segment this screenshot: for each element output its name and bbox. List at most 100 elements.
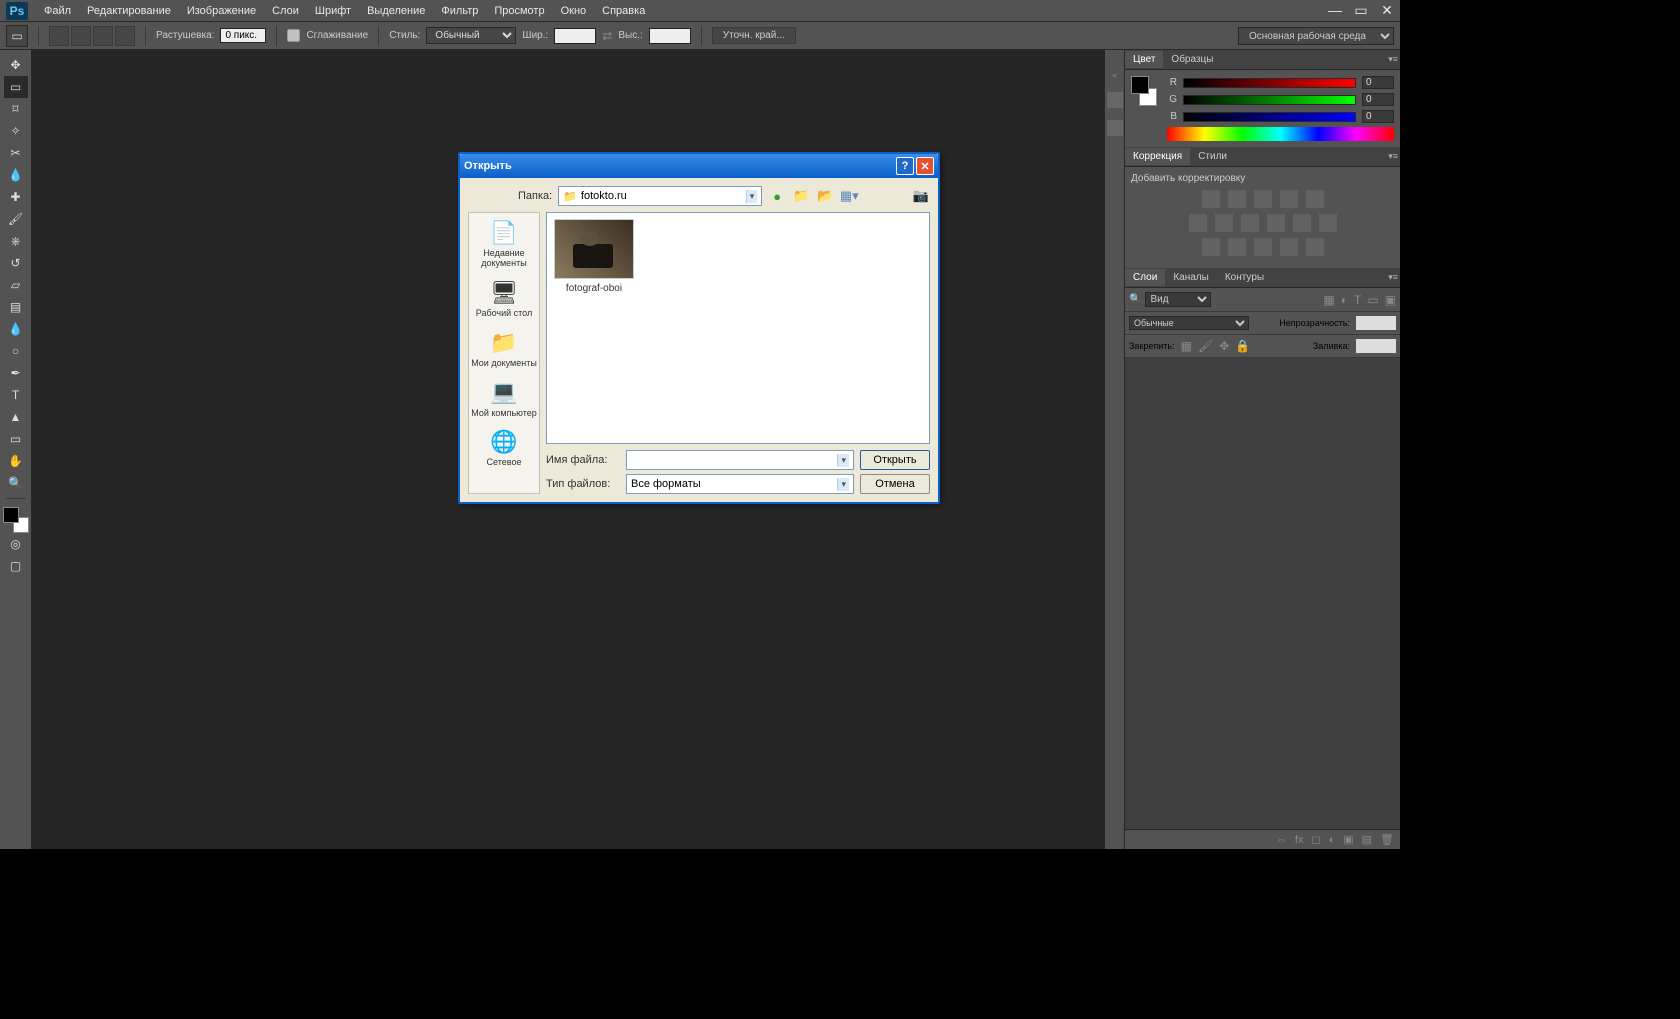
clone-stamp-tool[interactable]: ⎈ (4, 230, 28, 252)
layer-fx-icon[interactable]: fx (1295, 834, 1304, 846)
brush-tool[interactable]: 🖌 (4, 208, 28, 230)
chevron-down-icon[interactable]: ▾ (837, 454, 849, 467)
tab-adjustments[interactable]: Коррекция (1125, 148, 1190, 165)
lock-transparent-icon[interactable]: ▦ (1181, 340, 1192, 352)
fill-field[interactable] (1356, 339, 1396, 353)
selection-intersect[interactable] (115, 26, 135, 46)
filename-input[interactable]: ▾ (626, 450, 854, 470)
zoom-tool[interactable]: 🔍 (4, 472, 28, 494)
panel-menu-icon[interactable]: ▾≡ (1388, 54, 1398, 65)
folder-select[interactable]: 📁 fotokto.ru ▾ (558, 186, 762, 206)
chevron-down-icon[interactable]: ▾ (837, 478, 849, 491)
adj-threshold-icon[interactable] (1254, 238, 1272, 256)
filter-smart-icon[interactable]: ▣ (1385, 294, 1396, 306)
new-layer-icon[interactable]: ▤ (1362, 833, 1372, 846)
feather-input[interactable] (220, 28, 266, 43)
adj-channelmixer-icon[interactable] (1293, 214, 1311, 232)
dock-icon-1[interactable] (1107, 92, 1123, 108)
tab-swatches[interactable]: Образцы (1163, 51, 1221, 68)
opacity-field[interactable] (1356, 316, 1396, 330)
r-slider[interactable] (1183, 78, 1356, 88)
filter-pixel-icon[interactable]: ▦ (1323, 294, 1334, 306)
maximize-button[interactable]: ▭ (1348, 0, 1374, 20)
shape-tool[interactable]: ▭ (4, 428, 28, 450)
spectrum-bar[interactable] (1167, 127, 1394, 141)
dialog-titlebar[interactable]: Открыть ? ✕ (460, 154, 938, 178)
menu-image[interactable]: Изображение (179, 2, 264, 20)
color-swatches[interactable] (3, 507, 29, 533)
swap-icon[interactable]: ⇄ (602, 30, 612, 42)
adj-gradientmap-icon[interactable] (1280, 238, 1298, 256)
active-tool-icon[interactable]: ▭ (6, 25, 28, 47)
new-fill-layer-icon[interactable]: ◐ (1329, 834, 1336, 846)
lock-all-icon[interactable]: 🔒 (1235, 340, 1250, 352)
link-layers-icon[interactable]: ⇔ (1276, 834, 1287, 846)
filter-shape-icon[interactable]: ▭ (1367, 294, 1378, 306)
move-tool[interactable]: ✥ (4, 54, 28, 76)
tab-paths[interactable]: Контуры (1217, 269, 1272, 286)
panel-menu-icon[interactable]: ▾≡ (1388, 272, 1398, 283)
adj-brightness-icon[interactable] (1202, 190, 1220, 208)
history-brush-tool[interactable]: ↺ (4, 252, 28, 274)
menu-edit[interactable]: Редактирование (79, 2, 179, 20)
nav-up-icon[interactable]: 📁 (792, 187, 810, 205)
panel-menu-icon[interactable]: ▾≡ (1388, 151, 1398, 162)
file-item[interactable]: fotograf-oboi (553, 219, 635, 294)
eraser-tool[interactable]: ▱ (4, 274, 28, 296)
nav-back-icon[interactable]: ● (768, 187, 786, 205)
lock-pixels-icon[interactable]: 🖌 (1198, 340, 1213, 352)
file-list[interactable]: fotograf-oboi (546, 212, 930, 444)
dodge-tool[interactable]: ○ (4, 340, 28, 362)
close-button[interactable]: ✕ (1374, 0, 1400, 20)
filter-type-icon[interactable]: T (1354, 294, 1361, 306)
chevron-down-icon[interactable]: ▾ (746, 190, 758, 203)
filter-adjust-icon[interactable]: ◐ (1341, 294, 1348, 306)
adj-colorbalance-icon[interactable] (1215, 214, 1233, 232)
delete-layer-icon[interactable]: 🗑 (1380, 833, 1394, 846)
b-value[interactable] (1362, 110, 1394, 123)
type-tool[interactable]: T (4, 384, 28, 406)
selection-new[interactable] (49, 26, 69, 46)
screenmode-toggle[interactable]: ▢ (4, 555, 28, 577)
adj-selectivecolor-icon[interactable] (1306, 238, 1324, 256)
cancel-button[interactable]: Отмена (860, 474, 930, 494)
adj-hue-icon[interactable] (1189, 214, 1207, 232)
color-swatch-pair[interactable] (1131, 76, 1157, 110)
tab-channels[interactable]: Каналы (1165, 269, 1217, 286)
r-value[interactable] (1362, 76, 1394, 89)
selection-subtract[interactable] (93, 26, 113, 46)
g-slider[interactable] (1183, 95, 1356, 105)
menu-filter[interactable]: Фильтр (433, 2, 486, 20)
g-value[interactable] (1362, 93, 1394, 106)
adj-bw-icon[interactable] (1241, 214, 1259, 232)
place-recent[interactable]: 📄 Недавние документы (469, 217, 539, 271)
tab-layers[interactable]: Слои (1125, 269, 1165, 286)
menu-file[interactable]: Файл (36, 2, 79, 20)
dialog-close-button[interactable]: ✕ (916, 157, 934, 175)
dialog-help-button[interactable]: ? (896, 157, 914, 175)
adj-lookup-icon[interactable] (1319, 214, 1337, 232)
lock-position-icon[interactable]: ✥ (1219, 340, 1229, 352)
adj-curves-icon[interactable] (1254, 190, 1272, 208)
adj-photofilter-icon[interactable] (1267, 214, 1285, 232)
menu-type[interactable]: Шрифт (307, 2, 359, 20)
gradient-tool[interactable]: ▤ (4, 296, 28, 318)
place-computer[interactable]: 💻 Мой компьютер (469, 377, 539, 421)
menu-window[interactable]: Окно (553, 2, 595, 20)
crop-tool[interactable]: ✂ (4, 142, 28, 164)
new-group-icon[interactable]: ▣ (1343, 833, 1353, 846)
minimize-button[interactable]: — (1322, 0, 1348, 20)
tab-styles[interactable]: Стили (1190, 148, 1235, 165)
layer-mask-icon[interactable]: ◻ (1311, 833, 1320, 846)
place-mydocs[interactable]: 📁 Мои документы (469, 327, 539, 371)
quickmask-toggle[interactable]: ◎ (4, 533, 28, 555)
foreground-swatch[interactable] (3, 507, 19, 523)
pen-tool[interactable]: ✒ (4, 362, 28, 384)
blur-tool[interactable]: 💧 (4, 318, 28, 340)
menu-help[interactable]: Справка (594, 2, 653, 20)
magic-wand-tool[interactable]: ✧ (4, 120, 28, 142)
dock-icon-2[interactable] (1107, 120, 1123, 136)
marquee-tool[interactable]: ▭ (4, 76, 28, 98)
filetype-select[interactable]: Все форматы ▾ (626, 474, 854, 494)
menu-select[interactable]: Выделение (359, 2, 433, 20)
